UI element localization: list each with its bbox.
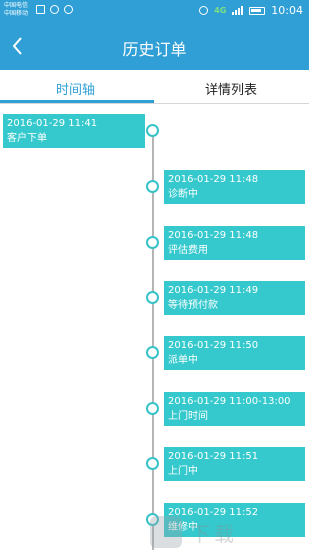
image-icon (36, 5, 45, 14)
timeline-dot (146, 124, 159, 137)
timeline-card: 2016-01-29 11:00-13:00 上门时间 (164, 392, 305, 426)
event-time: 2016-01-29 11:41 (7, 118, 98, 129)
watermark: 下载 (150, 512, 309, 550)
event-status: 诊断中 (168, 189, 198, 200)
watermark-text: 下载 (190, 522, 238, 546)
page-title: 历史订单 (122, 40, 187, 59)
signal-icon (232, 6, 244, 15)
watermark-logo-icon (150, 516, 182, 548)
clock: 10:04 (271, 4, 303, 17)
alarm-icon (199, 6, 209, 15)
carrier-info: 中国电信 中国移动 (4, 2, 28, 18)
tab-detail-list[interactable]: 详情列表 (205, 79, 257, 98)
tab-divider (0, 103, 309, 104)
event-time: 2016-01-29 11:49 (168, 285, 259, 296)
carrier-line-1: 中国电信 (4, 2, 29, 9)
event-status: 上门中 (168, 466, 198, 477)
timeline-card: 2016-01-29 11:41 客户下单 (3, 114, 145, 148)
timeline-dot (146, 291, 159, 304)
timeline-card: 2016-01-29 11:48 评估费用 (164, 226, 305, 260)
event-time: 2016-01-29 11:48 (168, 230, 259, 241)
timeline-dot (146, 236, 159, 249)
battery-icon (249, 6, 266, 15)
event-status: 上门时间 (168, 411, 208, 422)
timeline-dot (146, 402, 159, 415)
notification-icons (36, 5, 73, 14)
chat-icon (50, 5, 59, 14)
timeline-dot (146, 180, 159, 193)
timeline-card: 2016-01-29 11:49 等待预付款 (164, 281, 305, 315)
event-time: 2016-01-29 11:48 (168, 174, 259, 185)
tab-timeline[interactable]: 时间轴 (56, 79, 95, 98)
event-time: 2016-01-29 11:00-13:00 (168, 396, 291, 407)
timeline-card: 2016-01-29 11:51 上门中 (164, 447, 305, 481)
event-time: 2016-01-29 11:51 (168, 451, 259, 462)
title-bar: 历史订单 (0, 22, 309, 70)
timeline-card: 2016-01-29 11:50 派单中 (164, 336, 305, 370)
event-status: 派单中 (168, 355, 198, 366)
tab-bar: 时间轴 详情列表 (0, 70, 309, 104)
timeline-dot (146, 346, 159, 359)
carrier-line-2: 中国移动 (4, 10, 29, 17)
network-type: 4G (214, 6, 227, 15)
timeline-card: 2016-01-29 11:48 诊断中 (164, 170, 305, 204)
status-bar: 中国电信 中国移动 4G 10:04 (0, 0, 309, 22)
timeline-dot (146, 457, 159, 470)
status-right: 4G 10:04 (199, 4, 303, 17)
event-status: 客户下单 (7, 133, 47, 144)
event-status: 评估费用 (168, 245, 208, 256)
location-icon (64, 5, 73, 14)
event-status: 等待预付款 (168, 300, 218, 311)
event-time: 2016-01-29 11:50 (168, 340, 259, 351)
